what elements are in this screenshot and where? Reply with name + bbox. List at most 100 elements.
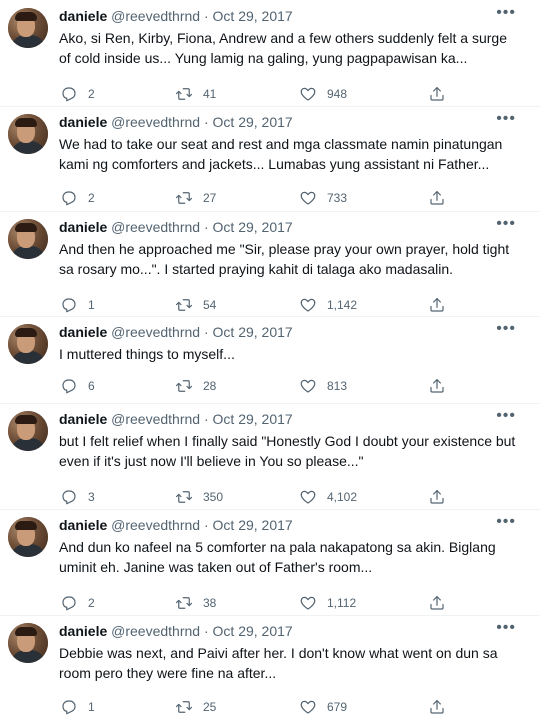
share-button[interactable] [428,84,446,104]
reply-button[interactable]: 2 [60,593,95,613]
tweet-header: daniele @reevedthrnd · Oct 29, 2017 [59,622,293,640]
retweet-icon [175,491,193,503]
more-options-icon[interactable]: ••• [496,513,516,531]
share-button[interactable] [428,188,446,208]
reply-count: 2 [88,191,95,205]
display-name[interactable]: daniele [59,114,107,130]
tweet-date[interactable]: Oct 29, 2017 [213,8,293,24]
dot-separator: · [203,219,209,235]
like-button[interactable]: 1,112 [299,593,356,613]
reply-icon [62,191,76,206]
reply-button[interactable]: 1 [60,697,95,717]
tweet-header: daniele @reevedthrnd · Oct 29, 2017 [59,218,293,236]
tweet-header: daniele @reevedthrnd · Oct 29, 2017 [59,516,293,534]
tweet-text: And dun ko nafeel na 5 comforter na pala… [59,539,496,575]
like-button[interactable]: 813 [299,376,347,396]
retweet-button[interactable]: 41 [175,84,216,104]
display-name[interactable]: daniele [59,324,107,340]
more-options-icon[interactable]: ••• [496,619,516,637]
avatar[interactable] [8,219,48,259]
more-options-icon[interactable]: ••• [496,4,516,22]
share-button[interactable] [428,295,446,315]
more-options-icon[interactable]: ••• [496,215,516,233]
share-button[interactable] [428,697,446,717]
like-button[interactable]: 679 [299,697,347,717]
tweet-date[interactable]: Oct 29, 2017 [213,411,293,427]
display-name[interactable]: daniele [59,8,107,24]
tweet-actions: 6 28 813 [59,376,459,396]
reply-button[interactable]: 3 [60,487,95,507]
reply-count: 2 [88,87,95,101]
retweet-button[interactable]: 27 [175,188,216,208]
retweet-count: 54 [203,298,217,312]
reply-icon [62,700,76,715]
retweet-icon [175,380,193,392]
heart-icon [300,596,316,610]
like-count: 679 [327,700,348,714]
display-name[interactable]: daniele [59,219,107,235]
dot-separator: · [203,324,209,340]
like-count: 813 [327,379,348,393]
reply-button[interactable]: 6 [60,376,95,396]
avatar[interactable] [8,324,48,364]
retweet-icon [175,597,193,609]
username[interactable]: @reevedthrnd [111,114,200,130]
reply-count: 2 [88,596,95,610]
like-button[interactable]: 4,102 [299,487,357,507]
share-button[interactable] [428,487,446,507]
username[interactable]: @reevedthrnd [111,623,200,639]
retweet-button[interactable]: 25 [175,697,216,717]
more-options-icon[interactable]: ••• [496,407,516,425]
tweet-divider [0,211,540,212]
share-button[interactable] [428,376,446,396]
like-button[interactable]: 1,142 [299,295,357,315]
retweet-count: 38 [203,596,217,610]
username[interactable]: @reevedthrnd [111,411,200,427]
username[interactable]: @reevedthrnd [111,324,200,340]
retweet-icon [175,88,193,100]
reply-icon [62,298,76,313]
avatar[interactable] [8,623,48,663]
username[interactable]: @reevedthrnd [111,517,200,533]
tweet-date[interactable]: Oct 29, 2017 [213,623,293,639]
username[interactable]: @reevedthrnd [111,8,200,24]
dot-separator: · [203,623,209,639]
more-options-icon[interactable]: ••• [496,320,516,338]
retweet-count: 27 [203,191,217,205]
username[interactable]: @reevedthrnd [111,219,200,235]
retweet-button[interactable]: 38 [175,593,216,613]
tweet-date[interactable]: Oct 29, 2017 [213,114,293,130]
more-options-icon[interactable]: ••• [496,110,516,128]
avatar[interactable] [8,114,48,154]
tweet-date[interactable]: Oct 29, 2017 [213,219,293,235]
reply-button[interactable]: 2 [60,84,95,104]
display-name[interactable]: daniele [59,517,107,533]
reply-count: 1 [88,298,95,312]
retweet-button[interactable]: 54 [175,295,216,315]
reply-button[interactable]: 1 [60,295,95,315]
tweet-divider [0,509,540,510]
tweet-actions: 1 25 679 [59,697,459,717]
retweet-icon [175,299,193,311]
avatar[interactable] [8,8,48,48]
avatar[interactable] [8,411,48,451]
reply-button[interactable]: 2 [60,188,95,208]
dot-separator: · [203,517,209,533]
retweet-button[interactable]: 28 [175,376,216,396]
share-button[interactable] [428,593,446,613]
tweet-text: Ako, si Ren, Kirby, Fiona, Andrew and a … [59,30,507,66]
tweet-date[interactable]: Oct 29, 2017 [213,517,293,533]
share-icon [430,191,444,205]
tweet-date[interactable]: Oct 29, 2017 [213,324,293,340]
tweet-divider [0,316,540,317]
share-icon [430,700,444,714]
tweet-header: daniele @reevedthrnd · Oct 29, 2017 [59,7,293,25]
display-name[interactable]: daniele [59,623,107,639]
like-button[interactable]: 733 [299,188,347,208]
tweet-actions: 1 54 1,142 [59,295,459,315]
like-button[interactable]: 948 [299,84,347,104]
retweet-button[interactable]: 350 [175,487,223,507]
avatar[interactable] [8,517,48,557]
display-name[interactable]: daniele [59,411,107,427]
tweet-header: daniele @reevedthrnd · Oct 29, 2017 [59,410,293,428]
